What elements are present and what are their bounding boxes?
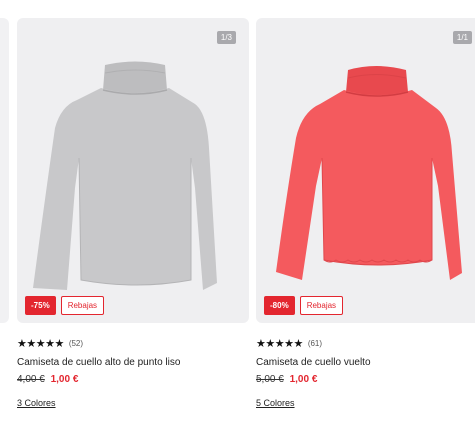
product-card[interactable]: 1/3 -75% Rebajas ★★★★★ (52) Camiseta de … (17, 18, 249, 411)
badges: -80% Rebajas (264, 296, 344, 315)
star-icons: ★★★★★ (17, 337, 64, 350)
product-info: ★★★★★ (52) Camiseta de cuello alto de pu… (17, 323, 249, 411)
sale-price: 1,00 € (289, 374, 318, 385)
product-info: ★★★★★ (61) Camiseta de cuello vuelto 5,0… (256, 323, 475, 411)
previous-product-card-edge[interactable] (0, 18, 9, 323)
product-card[interactable]: 1/1 -80% Rebajas ★★★★★ (61) Camiseta de … (256, 18, 475, 411)
discount-badge: -75% (25, 296, 56, 315)
review-count: (61) (307, 338, 323, 348)
price: 5,00 € 1,00 € (256, 373, 475, 387)
red-turtleneck-image (276, 66, 462, 280)
product-title[interactable]: Camiseta de cuello vuelto (256, 356, 475, 370)
star-icons: ★★★★★ (256, 337, 303, 350)
grey-turtleneck-image (33, 61, 217, 290)
colors-link[interactable]: 3 Colores (17, 398, 56, 408)
image-counter: 1/3 (216, 31, 236, 44)
price: 4,00 € 1,00 € (17, 373, 249, 387)
product-image[interactable]: 1/3 -75% Rebajas (17, 18, 249, 323)
old-price: 5,00 € (256, 374, 284, 385)
product-title[interactable]: Camiseta de cuello alto de punto liso (17, 356, 249, 370)
product-image[interactable]: 1/1 -80% Rebajas (256, 18, 475, 323)
old-price: 4,00 € (17, 374, 45, 385)
sale-badge: Rebajas (60, 296, 105, 315)
badges: -75% Rebajas (25, 296, 105, 315)
review-count: (52) (68, 338, 84, 348)
sale-badge: Rebajas (299, 296, 344, 315)
rating: ★★★★★ (61) (256, 336, 475, 350)
image-counter: 1/1 (452, 31, 472, 44)
rating: ★★★★★ (52) (17, 336, 249, 350)
product-grid: 1/3 -75% Rebajas ★★★★★ (52) Camiseta de … (0, 0, 475, 429)
discount-badge: -80% (264, 296, 295, 315)
sale-price: 1,00 € (50, 374, 79, 385)
colors-link[interactable]: 5 Colores (256, 398, 295, 408)
